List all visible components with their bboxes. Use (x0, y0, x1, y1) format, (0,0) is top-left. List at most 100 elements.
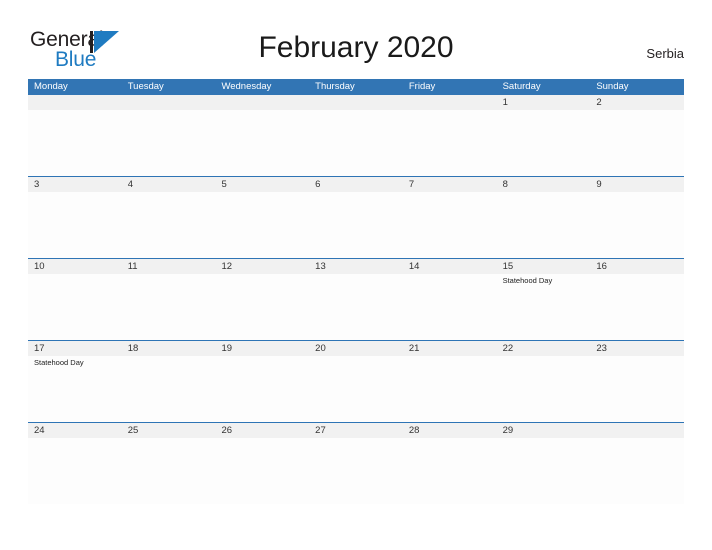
day-number[interactable]: 12 (215, 259, 309, 274)
day-number[interactable]: 19 (215, 341, 309, 356)
day-number[interactable]: 27 (309, 423, 403, 438)
day-cell[interactable] (403, 356, 497, 422)
week-date-strip: 24 25 26 27 28 29 (28, 423, 684, 438)
day-cell[interactable] (122, 356, 216, 422)
day-cell[interactable]: Statehood Day (497, 274, 591, 340)
day-cell[interactable] (497, 192, 591, 258)
week-body-row (28, 192, 684, 258)
day-cell[interactable] (122, 438, 216, 504)
weekday-header-row: Monday Tuesday Wednesday Thursday Friday Satu… (28, 79, 684, 95)
day-number[interactable]: 9 (590, 177, 684, 192)
day-number[interactable] (122, 95, 216, 110)
day-number[interactable]: 6 (309, 177, 403, 192)
day-number[interactable]: 25 (122, 423, 216, 438)
day-cell[interactable] (590, 274, 684, 340)
day-number[interactable]: 23 (590, 341, 684, 356)
week-date-strip: 10 11 12 13 14 15 16 (28, 259, 684, 274)
day-cell[interactable] (215, 110, 309, 176)
day-number[interactable]: 20 (309, 341, 403, 356)
day-cell[interactable] (590, 192, 684, 258)
day-cell[interactable]: Statehood Day (28, 356, 122, 422)
day-number[interactable]: 24 (28, 423, 122, 438)
day-cell[interactable] (309, 192, 403, 258)
week-date-strip: 3456789 (28, 177, 684, 192)
day-cell[interactable] (309, 274, 403, 340)
page-header: General Blue February 2020 Serbia (0, 0, 712, 78)
day-number[interactable]: 22 (497, 341, 591, 356)
day-number[interactable]: 16 (590, 259, 684, 274)
day-cell[interactable] (28, 192, 122, 258)
day-number[interactable]: 4 (122, 177, 216, 192)
calendar-week-row: 12 (28, 95, 684, 176)
weekday-header-tuesday: Tuesday (127, 81, 164, 92)
day-cell[interactable] (28, 438, 122, 504)
day-cell[interactable] (590, 438, 684, 504)
day-cell[interactable] (309, 356, 403, 422)
day-cell[interactable] (215, 356, 309, 422)
day-number[interactable]: 28 (403, 423, 497, 438)
day-cell[interactable] (497, 110, 591, 176)
day-number[interactable]: 10 (28, 259, 122, 274)
day-number[interactable]: 21 (403, 341, 497, 356)
calendar-week-row: 3456789 (28, 176, 684, 258)
holiday-event-label: Statehood Day (34, 358, 84, 367)
day-cell[interactable] (215, 438, 309, 504)
day-cell[interactable] (215, 192, 309, 258)
holiday-event-label: Statehood Day (502, 276, 553, 285)
week-date-strip: 12 (28, 95, 684, 110)
calendar-week-row: 10 11 12 13 14 15 16 Statehood Day (28, 258, 684, 340)
day-number[interactable]: 26 (215, 423, 309, 438)
day-number[interactable]: 18 (122, 341, 216, 356)
weekday-header-monday: Monday (34, 81, 68, 92)
weekday-header-wednesday: Wednesday (221, 81, 272, 92)
day-number[interactable] (309, 95, 403, 110)
day-cell[interactable] (403, 110, 497, 176)
day-cell[interactable] (122, 274, 216, 340)
day-cell[interactable] (403, 274, 497, 340)
day-number[interactable]: 2 (590, 95, 684, 110)
week-body-row (28, 438, 684, 504)
day-cell[interactable] (28, 110, 122, 176)
calendar-week-row: 24 25 26 27 28 29 (28, 422, 684, 504)
week-date-strip: 17 18 19 20 21 22 23 (28, 341, 684, 356)
day-cell[interactable] (497, 438, 591, 504)
day-number[interactable]: 5 (215, 177, 309, 192)
calendar-weeks: 1 2 3 4 5 6 7 8 9 10 11 12 13 14 15 16 Statehood Day 17 18… (28, 95, 684, 504)
day-cell[interactable] (309, 438, 403, 504)
day-cell[interactable] (122, 192, 216, 258)
week-body-row: Statehood Day (28, 356, 684, 422)
day-cell[interactable] (122, 110, 216, 176)
day-number[interactable]: 7 (403, 177, 497, 192)
weekday-header-friday: Friday (408, 81, 436, 92)
day-number[interactable]: 8 (497, 177, 591, 192)
day-number[interactable] (215, 95, 309, 110)
day-cell[interactable] (309, 110, 403, 176)
day-number[interactable] (403, 95, 497, 110)
day-number[interactable]: 14 (403, 259, 497, 274)
region-label: Serbia (646, 46, 684, 61)
day-cell[interactable] (590, 110, 684, 176)
week-body-row: Statehood Day (28, 274, 684, 340)
day-cell[interactable] (28, 274, 122, 340)
calendar-week-row: 17 18 19 20 21 22 23 Statehood Day (28, 340, 684, 422)
day-cell[interactable] (590, 356, 684, 422)
week-body-row (28, 110, 684, 176)
day-number[interactable]: 1 (497, 95, 591, 110)
day-number[interactable] (590, 423, 684, 438)
day-cell[interactable] (215, 274, 309, 340)
day-cell[interactable] (497, 356, 591, 422)
day-number[interactable]: 29 (497, 423, 591, 438)
day-number[interactable]: 13 (309, 259, 403, 274)
calendar-grid: Monday Tuesday Wednesday Thursday Friday Satu… (28, 79, 684, 504)
weekday-header-saturday: Saturday (502, 81, 541, 92)
day-cell[interactable] (403, 438, 497, 504)
page-title: February 2020 (258, 31, 454, 64)
weekday-header-sunday: Sunday (596, 81, 629, 92)
day-number[interactable]: 3 (28, 177, 122, 192)
day-number[interactable]: 11 (122, 259, 216, 274)
day-number[interactable] (28, 95, 122, 110)
weekday-header-thursday: Thursday (315, 81, 355, 92)
day-cell[interactable] (403, 192, 497, 258)
day-number[interactable]: 17 (28, 341, 122, 356)
day-number[interactable]: 15 (497, 259, 591, 274)
